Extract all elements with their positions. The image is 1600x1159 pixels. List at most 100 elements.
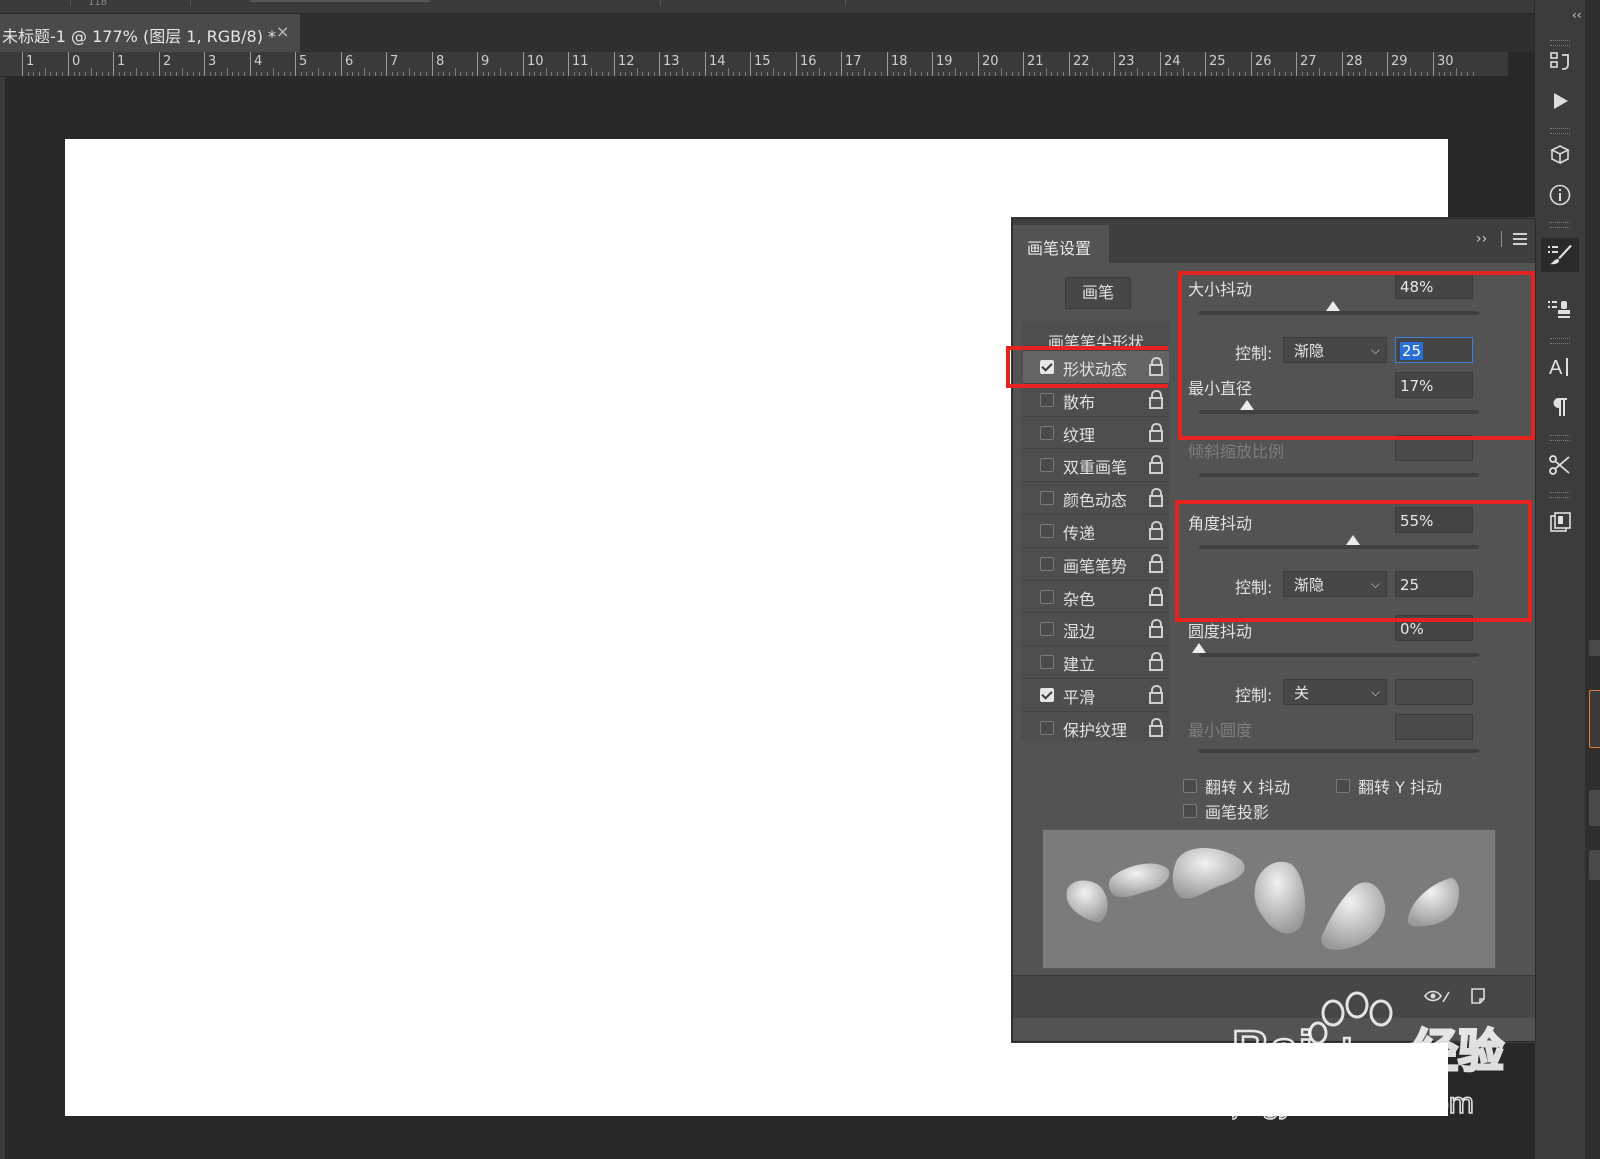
- lock-icon[interactable]: [1149, 390, 1163, 409]
- info-icon[interactable]: [1545, 180, 1575, 210]
- 3d-icon[interactable]: [1545, 140, 1575, 170]
- paragraph-icon[interactable]: [1545, 392, 1575, 422]
- lock-icon[interactable]: [1149, 554, 1163, 573]
- brush-option-checkbox[interactable]: [1040, 655, 1054, 669]
- brush-option-row[interactable]: 平滑: [1023, 678, 1169, 711]
- brush-option-row[interactable]: 保护纹理: [1023, 711, 1169, 744]
- ruler-tick: [727, 68, 729, 76]
- roundness-jitter-thumb[interactable]: [1192, 643, 1206, 653]
- dock-grip[interactable]: [1550, 338, 1570, 344]
- close-icon[interactable]: ×: [276, 22, 289, 41]
- ruler-tick: [50, 72, 52, 76]
- brush-option-checkbox[interactable]: [1040, 721, 1054, 735]
- ruler-tick: [1091, 68, 1093, 76]
- character-icon[interactable]: A: [1545, 352, 1575, 382]
- ruler-tick: [346, 72, 348, 76]
- ruler-tick: [1086, 72, 1088, 76]
- clone-source-icon[interactable]: [1545, 295, 1575, 325]
- tab-brush-settings[interactable]: 画笔设置: [1013, 225, 1109, 263]
- dock-grip[interactable]: [1550, 492, 1570, 498]
- brush-settings-icon[interactable]: [1541, 238, 1579, 272]
- ruler-label-text: 1: [117, 54, 126, 69]
- ruler-tick: [983, 72, 985, 76]
- ruler-tick: [1153, 72, 1155, 76]
- brush-option-checkbox[interactable]: [1040, 557, 1054, 571]
- horizontal-ruler[interactable]: 1 0 1 2 3 4 5 6 7 8 9 10 11 12 13 14 15 16 17 18 19 20 21 22 23 2…: [0, 52, 1508, 77]
- brush-option-row[interactable]: 颜色动态: [1023, 481, 1169, 514]
- ruler-tick: [334, 72, 336, 76]
- brush-option-row[interactable]: 杂色: [1023, 580, 1169, 613]
- brush-option-checkbox[interactable]: [1040, 426, 1054, 440]
- ruler-tick: [164, 72, 166, 76]
- brush-option-row[interactable]: 湿边: [1023, 612, 1169, 645]
- ruler-tick: [61, 72, 63, 76]
- ruler-tick: [1256, 72, 1258, 76]
- brush-option-row[interactable]: 传递: [1023, 514, 1169, 547]
- lock-icon[interactable]: [1149, 357, 1163, 376]
- brush-option-row[interactable]: 纹理: [1023, 416, 1169, 449]
- ruler-label-text: 23: [1118, 54, 1135, 69]
- ruler-tick: [27, 72, 29, 76]
- dock-grip[interactable]: [1550, 128, 1570, 134]
- ruler-tick: [471, 72, 473, 76]
- brush-option-row[interactable]: 画笔笔势: [1023, 547, 1169, 580]
- play-actions-icon[interactable]: [1545, 86, 1575, 116]
- dock-grip[interactable]: [1550, 40, 1570, 46]
- lock-icon[interactable]: [1149, 423, 1163, 442]
- lock-icon[interactable]: [1149, 587, 1163, 606]
- lock-icon[interactable]: [1149, 718, 1163, 737]
- brush-projection-checkbox[interactable]: [1183, 804, 1197, 818]
- document-tab[interactable]: 未标题-1 @ 177% (图层 1, RGB/8) * ×: [0, 14, 300, 52]
- document-tab-title: 未标题-1 @ 177% (图层 1, RGB/8) *: [2, 27, 277, 46]
- ruler-tick: [449, 72, 451, 76]
- ruler-tick: [1028, 72, 1030, 76]
- lock-icon[interactable]: [1149, 685, 1163, 704]
- ruler-tick: [33, 72, 35, 76]
- layer-comps-icon[interactable]: [1545, 508, 1575, 538]
- panel-menu-icon[interactable]: [1513, 233, 1527, 248]
- top-strip-number: 118: [88, 0, 108, 8]
- roundness-control-select[interactable]: 关 ⌵: [1283, 679, 1387, 705]
- brushes-button[interactable]: 画笔: [1065, 277, 1131, 309]
- dock-grip[interactable]: [1550, 435, 1570, 441]
- history-icon[interactable]: [1545, 47, 1575, 77]
- brush-option-row[interactable]: 双重画笔: [1023, 448, 1169, 481]
- ruler-tick: [226, 68, 228, 76]
- brush-option-row[interactable]: 形状动态: [1023, 350, 1169, 383]
- roundness-jitter-slider[interactable]: [1192, 643, 1479, 657]
- ruler-label: 29: [1387, 52, 1408, 76]
- brush-option-checkbox[interactable]: [1040, 590, 1054, 604]
- lock-icon[interactable]: [1149, 488, 1163, 507]
- flip-x-checkbox[interactable]: [1183, 779, 1197, 793]
- lock-icon[interactable]: [1149, 652, 1163, 671]
- lock-icon[interactable]: [1149, 455, 1163, 474]
- flip-y-checkbox[interactable]: [1336, 779, 1350, 793]
- expand-panel-icon[interactable]: ››: [1476, 231, 1487, 247]
- collapse-dock-icon[interactable]: ‹‹: [1572, 8, 1582, 22]
- ruler-tick: [1080, 72, 1082, 76]
- dock-grip[interactable]: [1550, 222, 1570, 228]
- tab-brush-settings-label: 画笔设置: [1027, 239, 1092, 258]
- ruler-label: 11: [568, 52, 589, 76]
- brush-option-checkbox[interactable]: [1040, 491, 1054, 505]
- brush-option-row[interactable]: 建立: [1023, 645, 1169, 678]
- ruler-label-text: 28: [1346, 54, 1363, 69]
- brush-option-checkbox[interactable]: [1040, 688, 1054, 702]
- brush-option-checkbox[interactable]: [1040, 393, 1054, 407]
- brush-option-row[interactable]: 散布: [1023, 383, 1169, 416]
- ruler-tick: [1210, 72, 1212, 76]
- brush-option-checkbox[interactable]: [1040, 360, 1054, 374]
- ruler-tick: [761, 72, 763, 76]
- ruler-tick: [1415, 72, 1417, 76]
- lock-icon[interactable]: [1149, 619, 1163, 638]
- lock-icon[interactable]: [1149, 521, 1163, 540]
- ruler-tick: [1461, 72, 1463, 76]
- ruler-tick: [835, 72, 837, 76]
- ruler-tick: [557, 72, 559, 76]
- brush-option-checkbox[interactable]: [1040, 524, 1054, 538]
- tool-presets-icon[interactable]: [1545, 450, 1575, 480]
- ruler-tick: [1103, 72, 1105, 76]
- brush-option-checkbox[interactable]: [1040, 458, 1054, 472]
- ruler-tick: [44, 68, 46, 76]
- brush-option-checkbox[interactable]: [1040, 622, 1054, 636]
